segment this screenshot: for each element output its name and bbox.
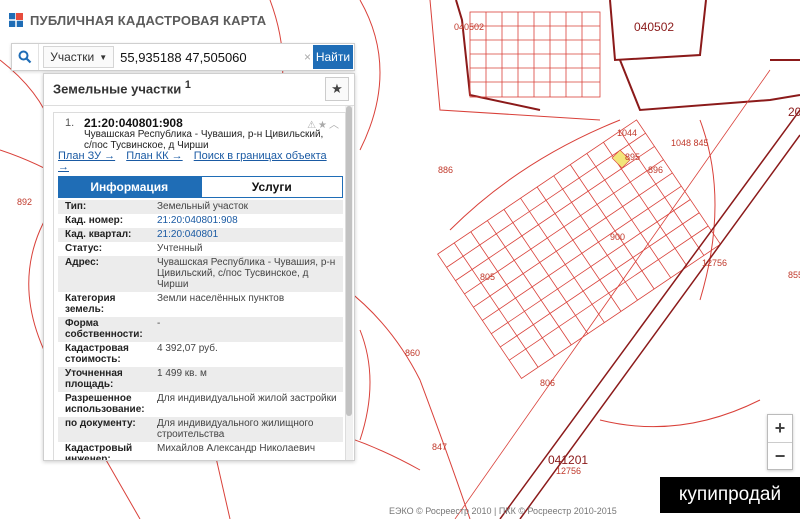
tab-services[interactable]: Услуги <box>200 176 343 198</box>
map-label: 20 <box>788 105 800 119</box>
card-tabs: Информация Услуги <box>58 176 343 198</box>
property-value: Для индивидуальной жилой застройки <box>157 393 337 404</box>
map-label: 892 <box>17 197 33 207</box>
property-key: по документу: <box>65 418 136 429</box>
map-label: 896 <box>648 165 664 175</box>
property-key: Форма собственности: <box>65 318 143 340</box>
map-label: 847 <box>432 442 448 452</box>
property-value: Чувашская Республика - Чувашия, р-н Циви… <box>157 257 336 290</box>
property-row: Разрешенное использование: Для индивидуал… <box>58 392 343 417</box>
property-key: Разрешенное использование: <box>65 393 145 415</box>
plan-kk-link[interactable]: План КК → <box>126 150 182 162</box>
property-value: Для индивидуального жилищного строительс… <box>157 418 314 440</box>
chevron-down-icon: ▼ <box>99 52 108 62</box>
property-row: Адрес: Чувашская Республика - Чувашия, р-… <box>58 256 343 292</box>
property-key: Статус: <box>65 243 103 254</box>
map-label: 12756 <box>556 466 582 476</box>
property-value: Учтенный <box>157 243 203 254</box>
parcel-links: План ЗУ → План КК → Поиск в границах объ… <box>58 151 338 173</box>
property-row: Кадастровая стоимость: 4 392,07 руб. <box>58 342 343 367</box>
map-label: 12756 <box>702 258 728 268</box>
map-label: 886 <box>438 165 454 175</box>
property-row: Кад. номер: 21:20:040801:908 <box>58 214 343 228</box>
search-icon[interactable] <box>12 44 40 70</box>
map-label: 040502 <box>634 20 675 34</box>
property-row: по документу: Для индивидуального жилищно… <box>58 417 343 442</box>
parcel-id[interactable]: 21:20:040801:908 <box>84 116 183 130</box>
clear-icon[interactable]: × <box>302 50 313 64</box>
parcel-address: Чувашская Республика - Чувашия, р-н Циви… <box>84 129 324 151</box>
property-value: 4 392,07 руб. <box>157 343 218 354</box>
zoom-out-button[interactable]: − <box>768 442 792 470</box>
star-button[interactable]: ★ <box>325 77 349 101</box>
map-label: 1048 845 <box>671 138 709 148</box>
scroll-thumb[interactable] <box>346 106 352 416</box>
map-label: 860 <box>405 348 421 358</box>
scrollbar[interactable] <box>345 106 353 460</box>
search-type-select[interactable]: Участки ▼ <box>43 46 115 68</box>
map-label: 895 <box>625 152 641 162</box>
star-icon: ★ <box>331 81 343 96</box>
property-key: Кад. номер: <box>65 215 124 226</box>
map-label: 806 <box>540 378 556 388</box>
property-value: Земли населённых пунктов <box>157 293 285 304</box>
attribution: ЕЭКО © Росреестр 2010 | ПКК © Росреестр … <box>389 506 617 516</box>
find-button[interactable]: Найти <box>312 45 353 69</box>
property-row: Тип: Земельный участок <box>58 200 343 214</box>
property-key: Категория земель: <box>65 293 116 315</box>
property-value[interactable]: 21:20:040801:908 <box>157 215 343 226</box>
app-header: ПУБЛИЧНАЯ КАДАСТРОВАЯ КАРТА <box>8 8 266 32</box>
search-type-label: Участки <box>50 50 95 64</box>
divider <box>44 105 354 106</box>
property-row: Форма собственности: - <box>58 317 343 342</box>
chevron-up-icon[interactable]: ︿ <box>329 120 341 131</box>
property-key: Уточненная площадь: <box>65 368 123 390</box>
parcel-card: 1. 21:20:040801:908 ⚠★︿ Чувашская Респуб… <box>53 112 346 461</box>
watermark: купипродай <box>660 477 800 513</box>
property-key: Адрес: <box>65 257 99 268</box>
app-title: ПУБЛИЧНАЯ КАДАСТРОВАЯ КАРТА <box>30 12 267 28</box>
property-row: Кадастровый инженер: Михайлов Александр Н… <box>58 442 343 461</box>
zoom-control: + − <box>767 414 793 470</box>
zoom-in-button[interactable]: + <box>768 415 792 442</box>
property-row: Уточненная площадь: 1 499 кв. м <box>58 367 343 392</box>
property-row: Кад. квартал: 21:20:040801 <box>58 228 343 242</box>
item-number: 1. <box>65 117 75 129</box>
property-value: Земельный участок <box>157 201 249 212</box>
tab-info[interactable]: Информация <box>58 176 201 198</box>
properties-table: Тип: Земельный участок Кад. номер: 21:20:04… <box>58 200 343 461</box>
property-value[interactable]: 21:20:040801 <box>157 229 343 240</box>
results-panel: Земельные участки 1 ★ 1. 21:20:040801:90… <box>43 73 355 461</box>
property-value: 1 499 кв. м <box>157 368 207 379</box>
search-input[interactable] <box>114 46 303 68</box>
map-label: 1044 <box>617 128 638 138</box>
property-row: Категория земель: Земли населённых пункто… <box>58 292 343 317</box>
map-label: 855 <box>788 270 800 280</box>
map-label: 900 <box>610 232 626 242</box>
map-label: 805 <box>480 272 496 282</box>
property-value: - <box>157 318 161 329</box>
property-key: Тип: <box>65 201 87 212</box>
search-bar: Участки ▼ × Найти <box>11 43 355 71</box>
map-label: 041201 <box>548 453 589 467</box>
map-logo-icon <box>9 13 23 27</box>
property-key: Кад. квартал: <box>65 229 132 240</box>
property-value: Михайлов Александр Николаевич <box>157 443 316 454</box>
map-label: 040502 <box>454 22 485 32</box>
property-row: Статус: Учтенный <box>58 242 343 256</box>
panel-header: Земельные участки 1 <box>44 74 354 102</box>
panel-title: Земельные участки 1 <box>53 79 191 97</box>
property-key: Кадастровая стоимость: <box>65 343 129 365</box>
property-key: Кадастровый инженер: <box>65 443 133 461</box>
